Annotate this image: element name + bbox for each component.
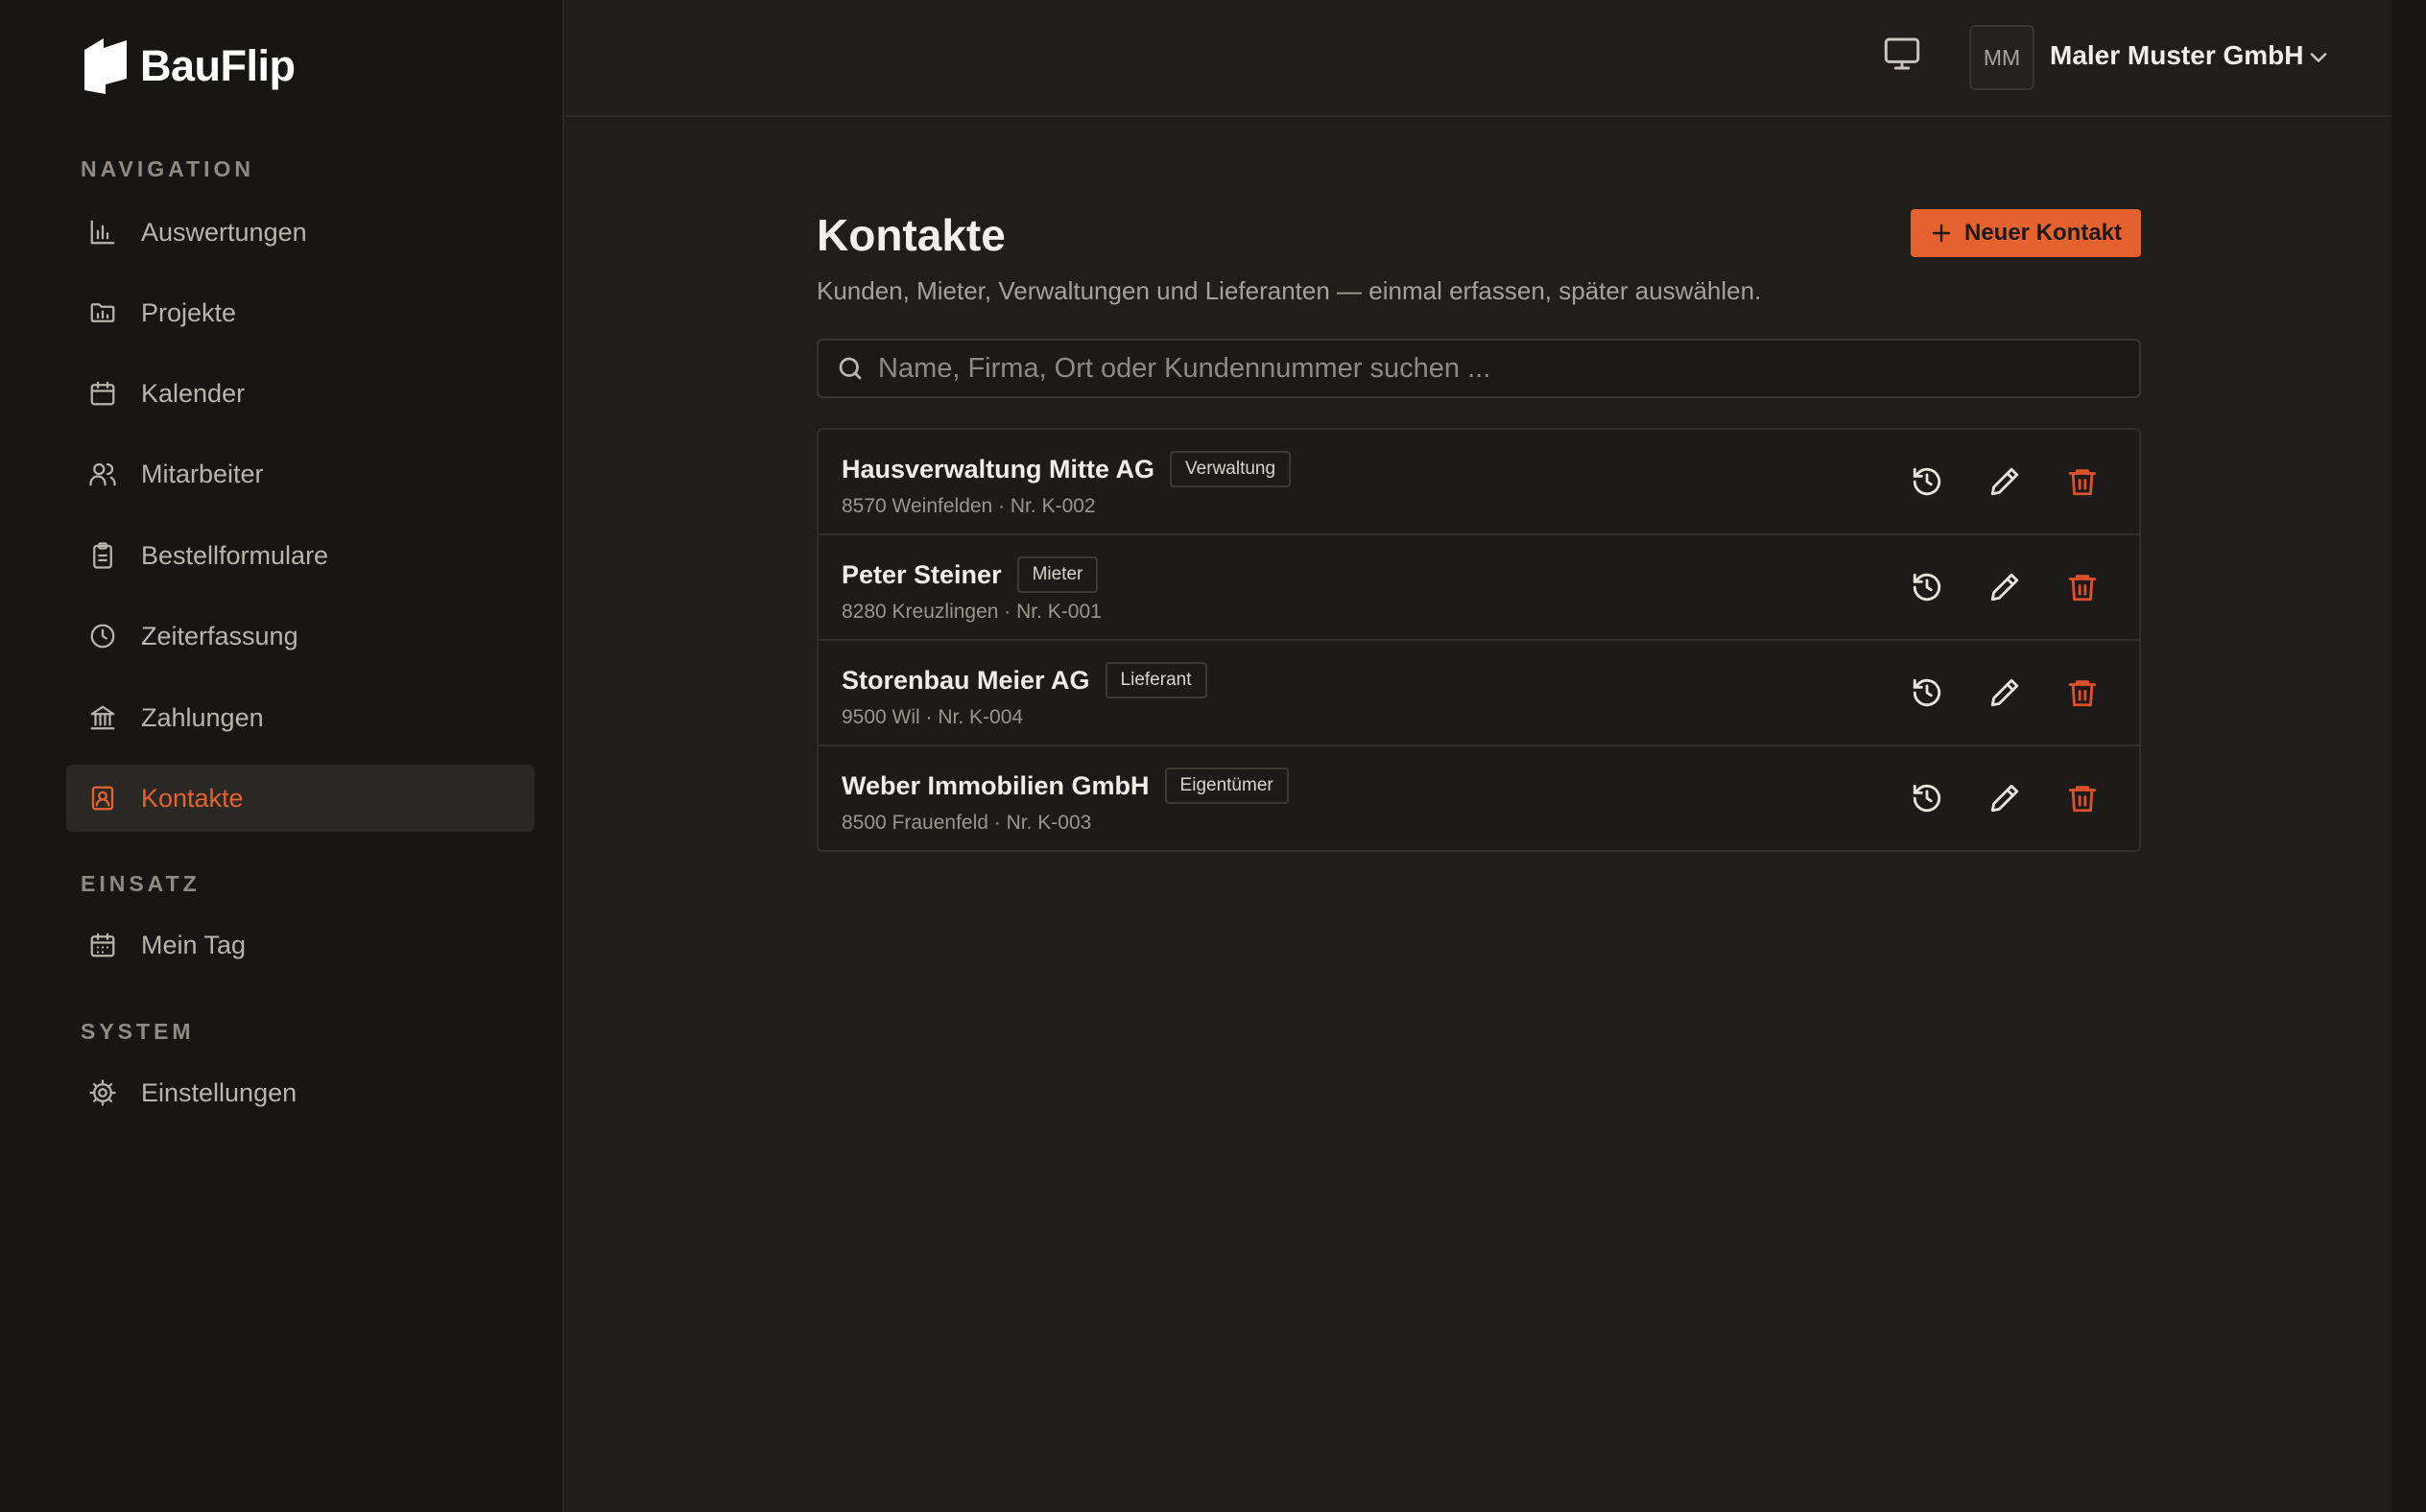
sidebar-item-bestellformulare[interactable]: Bestellformulare: [66, 522, 535, 589]
sidebar-item-projekte[interactable]: Projekte: [66, 279, 535, 346]
history-icon[interactable]: [1911, 782, 1945, 816]
contact-row[interactable]: Hausverwaltung Mitte AG Verwaltung 8570 …: [819, 430, 2139, 535]
sidebar-item-label: Kalender: [141, 378, 246, 408]
contact-row[interactable]: Peter Steiner Mieter 8280 Kreuzlingen · …: [819, 535, 2139, 641]
edit-icon[interactable]: [1988, 465, 2023, 500]
logo-mark-icon: [84, 38, 127, 94]
edit-icon[interactable]: [1988, 676, 2023, 711]
sidebar-item-kontakte[interactable]: Kontakte: [66, 765, 535, 832]
contact-name: Hausverwaltung Mitte AG: [842, 454, 1155, 484]
page-title: Kontakte: [817, 210, 1006, 260]
calendar-icon: [87, 378, 118, 409]
contact-row[interactable]: Storenbau Meier AG Lieferant 9500 Wil · …: [819, 641, 2139, 746]
sidebar: BauFlip NAVIGATION Auswertungen Projekte…: [0, 0, 564, 1512]
page-subtitle: Kunden, Mieter, Verwaltungen und Liefera…: [817, 276, 1762, 305]
contact-type-badge: Mieter: [1016, 556, 1099, 593]
gear-icon: [87, 1077, 118, 1108]
search-input[interactable]: [878, 352, 2106, 385]
new-contact-button[interactable]: Neuer Kontakt: [1911, 209, 2141, 257]
bar-chart-icon: [87, 217, 118, 248]
contact-name: Peter Steiner: [842, 559, 1002, 589]
folder-chart-icon: [87, 297, 118, 328]
monitor-icon[interactable]: [1883, 35, 1923, 75]
contact-meta: 8280 Kreuzlingen · Nr. K-001: [842, 601, 1102, 623]
edit-icon[interactable]: [1988, 571, 2023, 605]
contact-type-badge: Verwaltung: [1170, 451, 1292, 487]
contact-row[interactable]: Weber Immobilien GmbH Eigentümer 8500 Fr…: [819, 746, 2139, 852]
sidebar-item-mitarbeiter[interactable]: Mitarbeiter: [66, 440, 535, 508]
sidebar-item-auswertungen[interactable]: Auswertungen: [66, 199, 535, 266]
sidebar-item-label: Mitarbeiter: [141, 459, 264, 488]
sidebar-item-label: Bestellformulare: [141, 540, 329, 570]
contact-name-line: Storenbau Meier AG Lieferant: [842, 662, 1207, 698]
contact-name-line: Hausverwaltung Mitte AG Verwaltung: [842, 451, 1292, 487]
sidebar-item-zeiterfassung[interactable]: Zeiterfassung: [66, 602, 535, 670]
contact-meta: 8570 Weinfelden · Nr. K-002: [842, 495, 1096, 517]
clock-icon: [87, 621, 118, 651]
sidebar-item-label: Projekte: [141, 297, 237, 327]
search-box[interactable]: [817, 339, 2141, 398]
delete-icon[interactable]: [2066, 676, 2101, 711]
clipboard-icon: [87, 540, 118, 571]
chevron-down-icon[interactable]: [2305, 44, 2334, 73]
contact-name-line: Weber Immobilien GmbH Eigentümer: [842, 768, 1289, 804]
topbar: MM Maler Muster GmbH: [566, 0, 2391, 117]
sidebar-item-label: Einstellungen: [141, 1077, 297, 1107]
sidebar-item-kalender[interactable]: Kalender: [66, 360, 535, 427]
delete-icon[interactable]: [2066, 571, 2101, 605]
bauflip-logo[interactable]: BauFlip: [81, 36, 296, 96]
sidebar-item-mein-tag[interactable]: Mein Tag: [66, 911, 535, 979]
right-edge-strip: [2391, 0, 2426, 1512]
section-label-navigation: NAVIGATION: [81, 156, 254, 181]
history-icon[interactable]: [1911, 465, 1945, 500]
sidebar-item-zahlungen[interactable]: Zahlungen: [66, 684, 535, 751]
search-icon: [839, 357, 862, 380]
contact-icon: [87, 783, 118, 814]
section-label-einsatz: EINSATZ: [81, 871, 201, 896]
sidebar-item-label: Kontakte: [141, 783, 244, 813]
contact-type-badge: Lieferant: [1105, 662, 1207, 698]
sidebar-item-label: Mein Tag: [141, 930, 247, 959]
company-name[interactable]: Maler Muster GmbH: [2050, 40, 2304, 71]
history-icon[interactable]: [1911, 571, 1945, 605]
calendar-days-icon: [87, 930, 118, 960]
delete-icon[interactable]: [2066, 782, 2101, 816]
new-contact-label: Neuer Kontakt: [1963, 220, 2123, 246]
contact-name: Storenbau Meier AG: [842, 665, 1090, 695]
contact-meta: 8500 Frauenfeld · Nr. K-003: [842, 812, 1092, 834]
sidebar-item-label: Zahlungen: [141, 702, 264, 732]
delete-icon[interactable]: [2066, 465, 2101, 500]
brand-name: BauFlip: [140, 41, 296, 90]
sidebar-item-label: Zeiterfassung: [141, 621, 298, 650]
edit-icon[interactable]: [1988, 782, 2023, 816]
bank-icon: [87, 702, 118, 733]
section-label-system: SYSTEM: [81, 1019, 195, 1044]
contact-list: Hausverwaltung Mitte AG Verwaltung 8570 …: [817, 428, 2141, 852]
history-icon[interactable]: [1911, 676, 1945, 711]
contact-meta: 9500 Wil · Nr. K-004: [842, 706, 1024, 728]
users-icon: [87, 459, 118, 489]
avatar[interactable]: MM: [1969, 25, 2034, 90]
contact-name: Weber Immobilien GmbH: [842, 770, 1150, 800]
sidebar-item-label: Auswertungen: [141, 217, 307, 247]
plus-icon: [1932, 224, 1951, 243]
contact-name-line: Peter Steiner Mieter: [842, 556, 1099, 593]
contact-type-badge: Eigentümer: [1164, 768, 1289, 804]
sidebar-item-einstellungen[interactable]: Einstellungen: [66, 1059, 535, 1126]
